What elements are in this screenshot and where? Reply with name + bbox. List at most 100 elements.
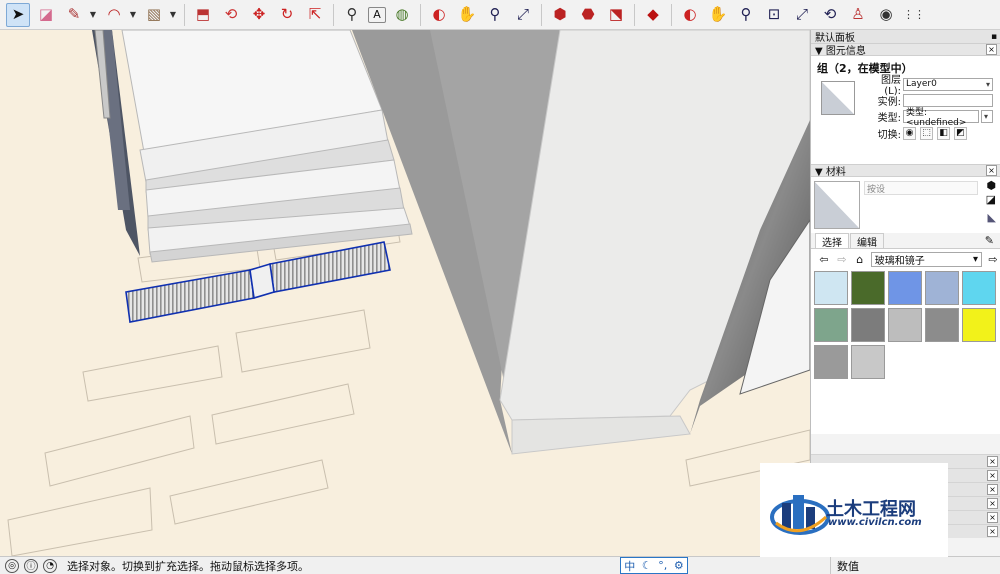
material-swatch[interactable] — [962, 271, 996, 305]
entity-info-body: 图层(L): Layer0 ▾ 实例: 类型: 类型: <undefined> ▾… — [811, 75, 1000, 164]
offset-tool-button[interactable]: ⟲ — [219, 3, 243, 27]
gear-icon[interactable]: ⚙ — [674, 559, 684, 572]
moon-icon[interactable]: ☾ — [642, 559, 652, 572]
material-swatch[interactable] — [814, 271, 848, 305]
arc-dropdown-icon[interactable]: ▼ — [128, 3, 138, 27]
user-account-icon[interactable]: ◔ — [43, 558, 57, 573]
type-dropdown-icon[interactable]: ▾ — [981, 109, 993, 123]
walk-tool-button[interactable]: ⋮⋮ — [902, 3, 926, 27]
modeling-viewport[interactable] — [0, 30, 810, 556]
geo-location-icon[interactable]: ◎ — [5, 558, 19, 573]
rotate-tool-button[interactable]: ↻ — [275, 3, 299, 27]
eyedropper-icon[interactable]: ✎ — [985, 234, 994, 247]
material-swatch[interactable] — [851, 308, 885, 342]
create-material-icon[interactable]: ⬢ — [986, 179, 996, 192]
hide-toggle-icon[interactable]: ◉ — [903, 126, 916, 140]
sample-paint-icon[interactable]: ◪ — [986, 193, 996, 206]
close-icon[interactable]: × — [987, 512, 998, 523]
lock-toggle-icon[interactable]: ⬚ — [920, 126, 933, 140]
toolbar-divider — [634, 3, 635, 26]
look-around-tool-button[interactable]: ◉ — [874, 3, 898, 27]
close-icon[interactable]: × — [986, 165, 997, 176]
share-model-button[interactable]: ⬔ — [604, 3, 628, 27]
toggle-label: 切换: — [877, 129, 901, 141]
layer-select[interactable]: Layer0 ▾ — [903, 77, 993, 91]
orbit-tool-button-2[interactable]: ◐ — [678, 3, 702, 27]
paint-bucket-tool-button[interactable]: ◍ — [390, 3, 414, 27]
material-library-select[interactable]: 玻璃和镜子 ▾ — [870, 251, 983, 267]
material-swatch[interactable] — [925, 271, 959, 305]
zoom-extents-tool-button-2[interactable]: ⤢ — [790, 3, 814, 27]
material-swatch[interactable] — [814, 308, 848, 342]
pan-tool-button-2[interactable]: ✋ — [706, 3, 730, 27]
close-icon[interactable]: × — [987, 526, 998, 537]
measurements-label: 数值 — [837, 559, 859, 573]
eraser-tool-button[interactable]: ◪ — [34, 3, 58, 27]
material-swatch[interactable] — [888, 308, 922, 342]
forward-icon[interactable]: ⇨ — [835, 253, 849, 266]
close-icon[interactable]: × — [986, 44, 997, 55]
materials-header[interactable]: ▼ 材料 × — [811, 164, 1000, 178]
chevron-down-icon: ▾ — [973, 253, 979, 265]
current-material-swatch[interactable] — [814, 181, 860, 229]
home-icon[interactable]: ⌂ — [853, 253, 867, 266]
orbit-tool-button[interactable]: ◐ — [427, 3, 451, 27]
tab-select[interactable]: 选择 — [815, 233, 849, 249]
type-select[interactable]: 类型: <undefined> — [903, 108, 979, 128]
material-name-input[interactable]: 按设 — [864, 181, 978, 195]
extension-warehouse-button[interactable]: ⬣ — [576, 3, 600, 27]
push-pull-tool-button[interactable]: ⬒ — [191, 3, 215, 27]
material-nav: ⇦ ⇨ ⌂ 玻璃和镜子 ▾ ⇨ — [811, 249, 1000, 269]
details-arrow-icon[interactable]: ⇨ — [986, 253, 1000, 266]
move-tool-button[interactable]: ✥ — [247, 3, 271, 27]
punctuation-icon[interactable]: °, — [658, 559, 667, 572]
default-material-icon[interactable]: ◣ — [988, 211, 996, 224]
ime-language-toggle[interactable]: 中 — [624, 558, 635, 574]
close-icon[interactable]: × — [987, 470, 998, 481]
material-swatch[interactable] — [925, 308, 959, 342]
zoom-tool-button-2[interactable]: ⚲ — [734, 3, 758, 27]
material-swatch[interactable] — [851, 271, 885, 305]
zoom-tool-button[interactable]: ⚲ — [483, 3, 507, 27]
close-icon[interactable]: × — [987, 484, 998, 495]
close-icon[interactable]: × — [987, 456, 998, 467]
select-tool-button[interactable]: ➤ — [6, 2, 30, 27]
text-tool-button[interactable]: A — [368, 6, 386, 23]
pencil-tool-button[interactable]: ✎ — [62, 3, 86, 27]
ruby-console-button[interactable]: ◆ — [641, 3, 665, 27]
info-icon[interactable]: ⓘ — [24, 558, 38, 573]
type-label: 类型: — [877, 112, 901, 124]
scale-tool-button[interactable]: ⇱ — [303, 3, 327, 27]
material-swatch[interactable] — [962, 308, 996, 342]
arc-tool-button[interactable]: ◠ — [102, 3, 126, 27]
material-swatch[interactable] — [888, 271, 922, 305]
zoom-extents-tool-button[interactable]: ⤢ — [511, 3, 535, 27]
main-toolbar: ➤ ◪ ✎ ▼ ◠ ▼ ▧ ▼ ⬒ ⟲ ✥ ↻ ⇱ ⚲ A ◍ ◐ ✋ ⚲ ⤢ … — [0, 0, 1000, 30]
entity-info-header[interactable]: ▼ 图元信息 × — [811, 43, 1000, 57]
pencil-dropdown-icon[interactable]: ▼ — [88, 3, 98, 27]
back-icon[interactable]: ⇦ — [817, 253, 831, 266]
rectangle-tool-button[interactable]: ▧ — [142, 3, 166, 27]
position-camera-tool-button[interactable]: ♙ — [846, 3, 870, 27]
pan-tool-button[interactable]: ✋ — [455, 3, 479, 27]
toolbar-divider — [184, 3, 185, 26]
tape-measure-tool-button[interactable]: ⚲ — [340, 3, 364, 27]
layer-row: 图层(L): Layer0 ▾ — [871, 75, 993, 97]
zoom-window-tool-button[interactable]: ⊡ — [762, 3, 786, 27]
cast-shadow-icon[interactable]: ◧ — [937, 126, 950, 140]
material-swatch[interactable] — [851, 345, 885, 379]
3d-warehouse-button[interactable]: ⬢ — [548, 3, 572, 27]
scene-drawing — [7, 30, 810, 556]
material-tabs: 选择 编辑 ✎ — [811, 233, 1000, 249]
type-row: 类型: 类型: <undefined> ▾ — [871, 108, 993, 128]
pin-icon[interactable]: ▪ — [988, 32, 1000, 42]
material-swatch[interactable] — [814, 345, 848, 379]
receive-shadow-icon[interactable]: ◩ — [954, 126, 967, 140]
previous-view-button[interactable]: ⟲ — [818, 3, 842, 27]
close-icon[interactable]: × — [987, 498, 998, 509]
measurements-box[interactable]: 数值 — [830, 557, 1000, 574]
rectangle-dropdown-icon[interactable]: ▼ — [168, 3, 178, 27]
watermark-logo-icon — [770, 495, 830, 535]
collapse-arrow-icon[interactable]: ▼ — [815, 46, 826, 57]
tab-edit[interactable]: 编辑 — [850, 233, 884, 249]
